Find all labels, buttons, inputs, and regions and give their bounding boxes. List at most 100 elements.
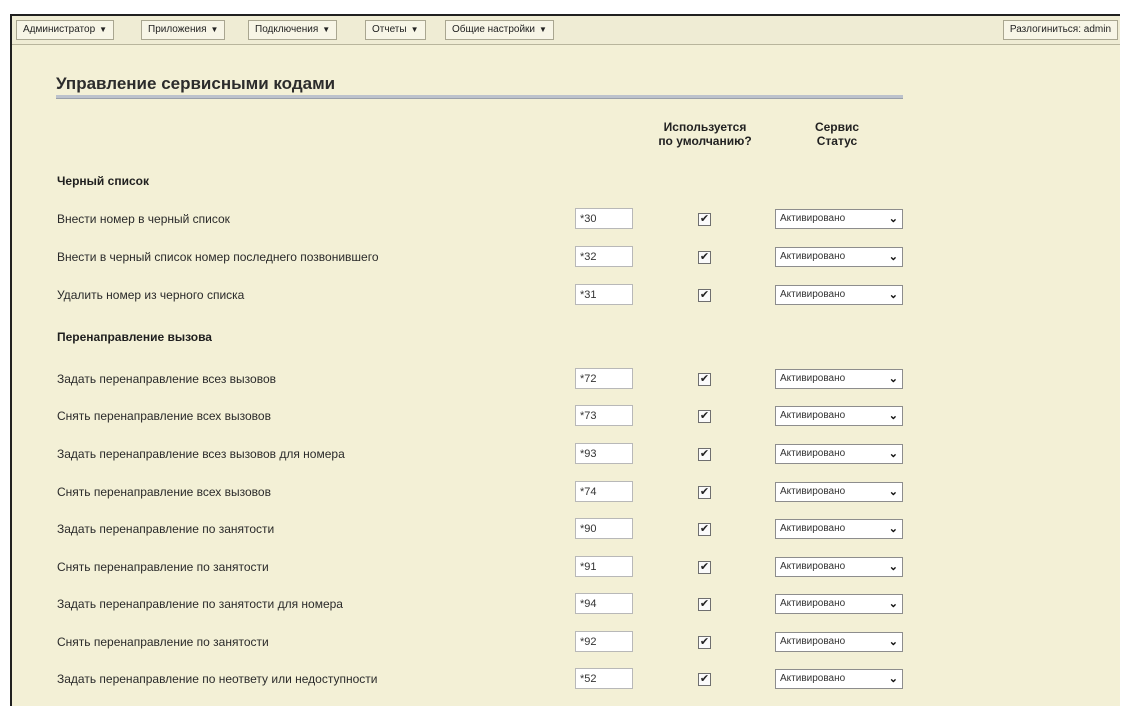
chevron-down-icon: ⌄ xyxy=(888,251,898,263)
status-select[interactable]: Активировано ⌄ xyxy=(775,209,903,229)
default-checkbox[interactable]: ✔ xyxy=(698,410,711,423)
status-select[interactable]: Активировано ⌄ xyxy=(775,285,903,305)
service-code-input[interactable] xyxy=(575,481,633,502)
service-label: Задать перенаправление всез вызовов xyxy=(57,372,277,386)
default-checkbox[interactable]: ✔ xyxy=(698,448,711,461)
default-checkbox[interactable]: ✔ xyxy=(698,251,711,264)
status-select[interactable]: Активировано ⌄ xyxy=(775,406,903,426)
top-menubar: Администратор ▼ Приложения ▼ Подключения ▼ … xyxy=(12,16,1120,45)
status-select[interactable]: Активировано ⌄ xyxy=(775,444,903,464)
checkmark-icon: ✔ xyxy=(699,636,710,648)
default-checkbox[interactable]: ✔ xyxy=(698,289,711,302)
default-checkbox[interactable]: ✔ xyxy=(698,598,711,611)
status-select-value: Активировано xyxy=(780,561,846,572)
checkmark-icon: ✔ xyxy=(699,673,710,685)
service-label: Задать перенаправление по неответу или н… xyxy=(57,672,378,686)
default-checkbox[interactable]: ✔ xyxy=(698,561,711,574)
checkmark-icon: ✔ xyxy=(699,373,710,385)
default-checkbox[interactable]: ✔ xyxy=(698,673,711,686)
service-label: Задать перенаправление по занятости для … xyxy=(57,597,343,611)
chevron-down-icon: ⌄ xyxy=(888,561,898,573)
default-checkbox[interactable]: ✔ xyxy=(698,213,711,226)
status-select-value: Активировано xyxy=(780,289,846,300)
status-select-value: Активировано xyxy=(780,673,846,684)
status-select-value: Активировано xyxy=(780,448,846,459)
chevron-down-icon: ⌄ xyxy=(888,486,898,498)
service-label: Внести номер в черный список xyxy=(57,212,230,226)
service-code-input[interactable] xyxy=(575,368,633,389)
column-header-default: Используется по умолчанию? xyxy=(640,120,770,148)
chevron-down-icon: ⌄ xyxy=(888,636,898,648)
service-code-input[interactable] xyxy=(575,246,633,267)
service-code-input[interactable] xyxy=(575,668,633,689)
status-select[interactable]: Активировано ⌄ xyxy=(775,247,903,267)
default-checkbox[interactable]: ✔ xyxy=(698,523,711,536)
checkmark-icon: ✔ xyxy=(699,561,710,573)
menu-reports-label: Отчеты xyxy=(372,24,407,35)
checkmark-icon: ✔ xyxy=(699,523,710,535)
service-code-input[interactable] xyxy=(575,593,633,614)
menu-general-settings[interactable]: Общие настройки ▼ xyxy=(445,20,554,40)
logout-button[interactable]: Разлогиниться: admin xyxy=(1002,20,1118,40)
chevron-down-icon: ⌄ xyxy=(888,289,898,301)
default-checkbox[interactable]: ✔ xyxy=(698,373,711,386)
section-title-blacklist: Черный список xyxy=(57,174,149,188)
dropdown-arrow-icon: ▼ xyxy=(410,25,419,34)
menu-admin[interactable]: Администратор ▼ xyxy=(16,20,115,40)
page-title: Управление сервисными кодами xyxy=(56,74,336,93)
service-code-input[interactable] xyxy=(575,443,633,464)
column-header-status: Сервис Статус xyxy=(782,120,892,148)
menu-connections[interactable]: Подключения ▼ xyxy=(248,20,338,40)
service-code-input[interactable] xyxy=(575,518,633,539)
menu-admin-label: Администратор xyxy=(23,24,96,35)
default-checkbox[interactable]: ✔ xyxy=(698,636,711,649)
service-label: Задать перенаправление всез вызовов для … xyxy=(57,447,345,461)
service-code-input[interactable] xyxy=(575,405,633,426)
column-header-default-line2: по умолчанию? xyxy=(658,134,752,148)
status-select-value: Активировано xyxy=(780,486,846,497)
status-select[interactable]: Активировано ⌄ xyxy=(775,519,903,539)
dropdown-arrow-icon: ▼ xyxy=(539,25,547,34)
checkmark-icon: ✔ xyxy=(699,598,710,610)
chevron-down-icon: ⌄ xyxy=(888,448,898,460)
chevron-down-icon: ⌄ xyxy=(888,598,898,610)
status-select-value: Активировано xyxy=(780,251,846,262)
app-window: Администратор ▼ Приложения ▼ Подключения ▼ … xyxy=(10,14,1120,706)
menu-connections-label: Подключения xyxy=(255,24,319,35)
service-code-input[interactable] xyxy=(575,556,633,577)
menu-apps-label: Приложения xyxy=(148,24,207,35)
column-header-status-line2: Статус xyxy=(816,134,858,148)
service-label: Снять перенаправление всех вызовов xyxy=(57,409,271,423)
status-select-value: Активировано xyxy=(780,213,846,224)
chevron-down-icon: ⌄ xyxy=(888,213,898,225)
service-label: Снять перенаправление по занятости xyxy=(57,560,269,574)
status-select[interactable]: Активировано ⌄ xyxy=(775,632,903,652)
service-label: Снять перенаправление всех вызовов xyxy=(57,485,271,499)
default-checkbox[interactable]: ✔ xyxy=(698,486,711,499)
status-select[interactable]: Активировано ⌄ xyxy=(775,594,903,614)
status-select-value: Активировано xyxy=(780,410,846,421)
status-select[interactable]: Активировано ⌄ xyxy=(775,557,903,577)
status-select-value: Активировано xyxy=(780,523,846,534)
status-select-value: Активировано xyxy=(780,598,846,609)
chevron-down-icon: ⌄ xyxy=(888,523,898,535)
status-select-value: Активировано xyxy=(780,636,846,647)
checkmark-icon: ✔ xyxy=(699,448,710,460)
chevron-down-icon: ⌄ xyxy=(888,373,898,385)
dropdown-arrow-icon: ▼ xyxy=(322,25,331,34)
checkmark-icon: ✔ xyxy=(699,289,710,301)
service-label: Внести в черный список номер последнего … xyxy=(57,250,379,264)
service-code-input[interactable] xyxy=(575,631,633,652)
service-code-input[interactable] xyxy=(575,284,633,305)
dropdown-arrow-icon: ▼ xyxy=(99,25,108,34)
menu-reports[interactable]: Отчеты ▼ xyxy=(365,20,426,40)
chevron-down-icon: ⌄ xyxy=(888,410,898,422)
service-code-input[interactable] xyxy=(575,208,633,229)
checkmark-icon: ✔ xyxy=(699,251,710,263)
checkmark-icon: ✔ xyxy=(699,486,710,498)
service-label: Задать перенаправление по занятости xyxy=(57,522,275,536)
status-select[interactable]: Активировано ⌄ xyxy=(775,369,903,389)
menu-apps[interactable]: Приложения ▼ xyxy=(141,20,226,40)
status-select[interactable]: Активировано ⌄ xyxy=(775,669,903,689)
status-select[interactable]: Активировано ⌄ xyxy=(775,482,903,502)
